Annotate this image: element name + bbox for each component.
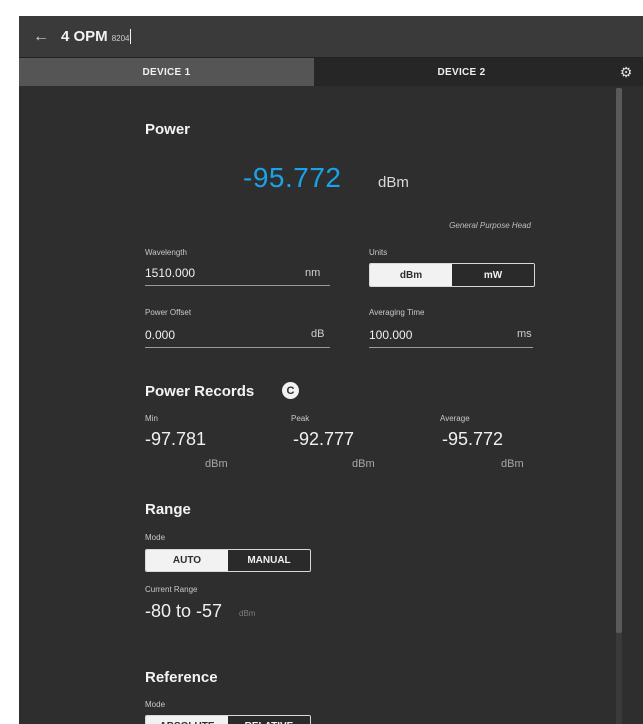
arrow-left-icon[interactable]: ← [33,28,49,46]
current-range-value: -80 to -57 [145,601,223,621]
device-model: 8204 [111,33,130,43]
record-min-unit: dBm [205,458,228,470]
record-average-unit: dBm [501,458,524,470]
power-offset-unit: dB [311,328,325,340]
units-label: Units [369,248,388,257]
averaging-time-underline [369,347,533,348]
units-option-dbm[interactable]: dBm [370,264,452,286]
reference-mode-absolute[interactable]: ABSOLUTE [146,716,228,724]
text-caret [130,29,132,44]
device-tabs: DEVICE 1 DEVICE 2 ⚙ [19,58,643,86]
record-peak-value: -92.777 [293,429,355,449]
power-records-heading: Power Records [145,383,255,400]
device-title: 4 OPM [61,28,108,45]
wavelength-value[interactable]: 1510.000 [145,266,195,280]
units-toggle[interactable]: dBm mW [369,263,535,287]
record-peak-unit: dBm [352,458,375,470]
gear-icon[interactable]: ⚙ [609,58,643,86]
scrollbar[interactable] [616,88,622,724]
range-mode-auto[interactable]: AUTO [146,550,228,571]
current-range-unit: dBm [239,609,256,618]
record-peak-label: Peak [291,414,310,423]
scrollbar-thumb[interactable] [616,88,622,633]
reference-mode-relative[interactable]: RELATIVE [228,716,310,724]
main-content: Power -95.772 dBm General Purpose Head W… [145,88,535,724]
title-bar: ← 4 OPM 8204 [19,16,643,58]
wavelength-label: Wavelength [145,248,187,257]
reference-mode-label: Mode [145,700,166,709]
power-offset-label: Power Offset [145,308,192,317]
averaging-time-label: Averaging Time [369,308,425,317]
range-mode-label: Mode [145,533,166,542]
power-offset-value[interactable]: 0.000 [145,328,175,342]
power-heading: Power [145,121,191,138]
wavelength-underline [145,285,330,286]
range-mode-manual[interactable]: MANUAL [228,550,310,571]
range-mode-toggle[interactable]: AUTO MANUAL [145,549,311,572]
averaging-time-unit: ms [517,328,532,340]
units-option-mw[interactable]: mW [452,264,534,286]
power-offset-underline [145,347,330,348]
reference-heading: Reference [145,669,218,686]
refresh-icon[interactable]: C [282,382,299,399]
current-range-label: Current Range [145,585,198,594]
record-min-label: Min [145,414,158,423]
record-average-label: Average [440,414,470,423]
range-heading: Range [145,501,191,518]
record-average-value: -95.772 [442,429,504,449]
detector-type: General Purpose Head [449,221,531,230]
power-reading: -95.772 [243,162,342,193]
tab-device-1[interactable]: DEVICE 1 [19,58,314,86]
app-window: ← 4 OPM 8204 DEVICE 1 DEVICE 2 ⚙ Power -… [19,16,643,724]
record-min-value: -97.781 [145,429,207,449]
power-reading-unit: dBm [378,174,409,191]
wavelength-unit: nm [305,267,321,279]
reference-mode-toggle[interactable]: ABSOLUTE RELATIVE [145,715,311,724]
tab-device-2[interactable]: DEVICE 2 [314,58,609,86]
averaging-time-value[interactable]: 100.000 [369,328,412,342]
